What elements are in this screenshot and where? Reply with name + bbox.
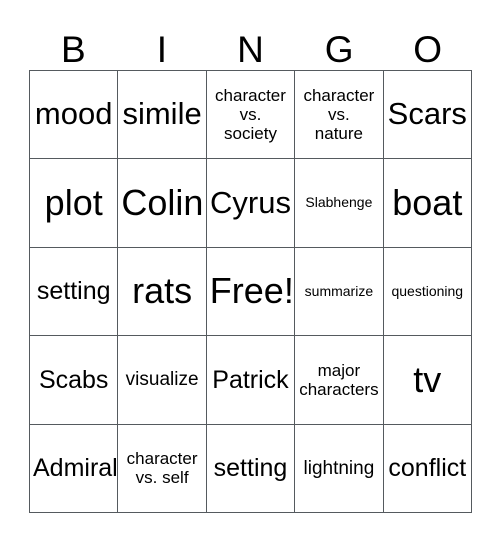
bingo-cell-label: rats	[132, 270, 193, 312]
bingo-cell-label: setting	[213, 454, 288, 483]
bingo-cell-label: questioning	[391, 282, 464, 299]
bingo-header-row: B I N G O	[29, 18, 472, 70]
bingo-cell[interactable]: simile	[118, 71, 207, 160]
bingo-cell[interactable]: Scabs	[30, 336, 119, 425]
bingo-cell-label: character vs. self	[126, 449, 198, 488]
bingo-cell-label: Scabs	[38, 365, 109, 394]
bingo-cell[interactable]: major characters	[295, 336, 384, 425]
bingo-cell-label: Cyrus	[210, 184, 291, 220]
bingo-cell-label: mood	[34, 96, 113, 132]
bingo-cell-label: character vs. society	[215, 86, 286, 144]
bingo-cell[interactable]: character vs. self	[118, 424, 207, 513]
bingo-cell[interactable]: summarize	[295, 247, 384, 337]
bingo-cell-label: Colin	[121, 181, 204, 223]
header-letter-g: G	[324, 29, 354, 70]
bingo-cell[interactable]: Cyrus	[206, 159, 296, 248]
bingo-cell-label: Admiral	[33, 454, 118, 483]
bingo-cell[interactable]: character vs. society	[206, 71, 296, 160]
bingo-cell-label: Free!	[209, 270, 294, 312]
header-letter-i: I	[156, 29, 168, 70]
header-letter-n: N	[237, 29, 264, 70]
bingo-cell-label: plot	[44, 181, 103, 223]
bingo-cell-label: Scars	[387, 96, 467, 132]
bingo-card: B I N G O mood simile character vs. soci…	[0, 0, 500, 544]
bingo-cell[interactable]: lightning	[295, 424, 384, 513]
bingo-cell-label: tv	[413, 358, 442, 400]
bingo-cell[interactable]: rats	[118, 247, 207, 337]
bingo-cell-label: setting	[36, 277, 111, 306]
bingo-cell-label: lightning	[303, 457, 375, 479]
bingo-cell-label: Slabhenge	[305, 194, 373, 211]
bingo-cell-label: summarize	[304, 282, 374, 299]
bingo-cell-label: major characters	[299, 360, 379, 399]
bingo-grid: mood simile character vs. society charac…	[29, 70, 472, 513]
bingo-cell[interactable]: tv	[383, 336, 472, 425]
bingo-cell[interactable]: Patrick	[206, 336, 296, 425]
bingo-cell[interactable]: boat	[383, 159, 472, 248]
bingo-cell[interactable]: Admiral	[30, 424, 119, 513]
bingo-cell-label: visualize	[125, 369, 199, 391]
bingo-cell[interactable]: Colin	[118, 159, 207, 248]
bingo-cell-free[interactable]: Free!	[206, 247, 296, 337]
bingo-cell-label: Patrick	[212, 365, 289, 394]
bingo-cell[interactable]: Slabhenge	[295, 159, 384, 248]
bingo-cell-label: character vs. nature	[303, 86, 375, 144]
bingo-cell-label: conflict	[388, 454, 467, 483]
bingo-cell[interactable]: conflict	[383, 424, 472, 513]
bingo-cell[interactable]: visualize	[118, 336, 207, 425]
bingo-cell[interactable]: character vs. nature	[295, 71, 384, 160]
bingo-cell[interactable]: mood	[30, 71, 119, 160]
bingo-cell[interactable]: plot	[30, 159, 119, 248]
bingo-cell[interactable]: setting	[30, 247, 119, 337]
bingo-cell[interactable]: Scars	[383, 71, 472, 160]
header-letter-o: O	[413, 29, 443, 70]
bingo-cell[interactable]: questioning	[383, 247, 472, 337]
bingo-cell-label: boat	[392, 181, 463, 223]
bingo-cell[interactable]: setting	[206, 424, 296, 513]
bingo-cell-label: simile	[122, 96, 202, 132]
header-letter-b: B	[60, 29, 86, 70]
